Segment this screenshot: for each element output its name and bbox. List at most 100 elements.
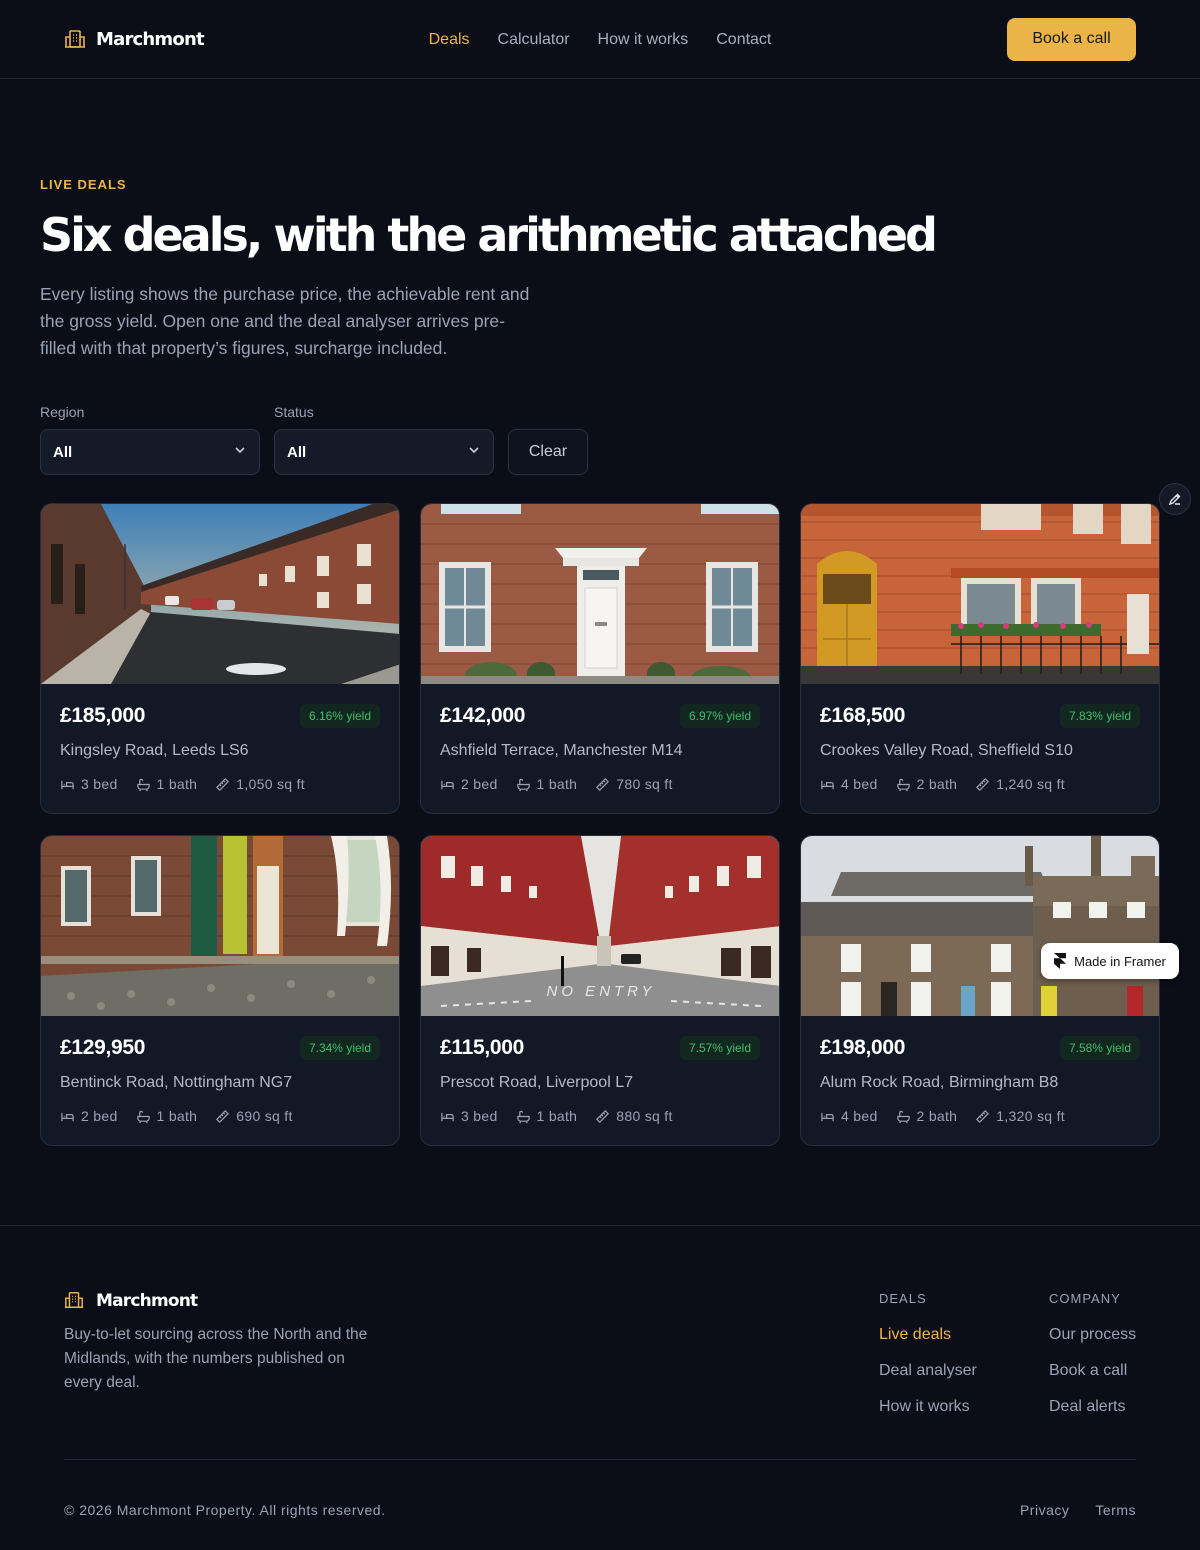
bed-icon <box>61 1112 74 1121</box>
property-photo <box>421 504 779 685</box>
property-photo <box>801 836 1159 1017</box>
bath-icon <box>136 1110 150 1124</box>
deal-card-header: £185,000 6.16% yield <box>60 704 380 729</box>
no-entry-road-marking: NO ENTRY <box>547 983 656 1000</box>
region-select[interactable]: All <box>40 429 260 476</box>
footer-link-our-process[interactable]: Our process <box>1049 1326 1136 1344</box>
building-icon <box>64 28 86 50</box>
yield-badge: 7.58% yield <box>1059 1036 1140 1061</box>
status-value: All <box>287 443 307 461</box>
deal-card[interactable]: £185,000 6.16% yield Kingsley Road, Leed… <box>40 503 400 815</box>
bed-icon <box>821 1112 834 1121</box>
site-footer: Marchmont Buy-to-let sourcing across the… <box>0 1225 1200 1550</box>
spec-beds-value: 4 bed <box>841 776 878 793</box>
status-select[interactable]: All <box>274 429 494 476</box>
terms-link[interactable]: Terms <box>1095 1502 1136 1518</box>
footer-brand-name: Marchmont <box>96 1291 198 1311</box>
bed-icon <box>821 780 834 789</box>
footer-link-live-deals[interactable]: Live deals <box>879 1326 977 1344</box>
bath-icon <box>516 1110 530 1124</box>
spec-area-value: 690 sq ft <box>236 1108 293 1125</box>
deal-card[interactable]: £198,000 7.58% yield Alum Rock Road, Bir… <box>800 835 1160 1147</box>
deal-card-header: £198,000 7.58% yield <box>820 1036 1140 1061</box>
deal-card[interactable]: NO ENTRY £115,000 7.57% yield Prescot Ro… <box>420 835 780 1147</box>
deal-card[interactable]: £129,950 7.34% yield Bentinck Road, Nott… <box>40 835 400 1147</box>
spec-baths: 2 bath <box>896 1108 958 1124</box>
nav-link-deals[interactable]: Deals <box>429 31 470 49</box>
footer-link-how-it-works[interactable]: How it works <box>879 1398 977 1416</box>
nav-link-how-it-works[interactable]: How it works <box>598 31 689 49</box>
footer-brand[interactable]: Marchmont <box>64 1290 198 1312</box>
deal-address: Alum Rock Road, Birmingham B8 <box>820 1074 1059 1092</box>
footer-column-heading: COMPANY <box>1049 1291 1121 1306</box>
privacy-link[interactable]: Privacy <box>1020 1502 1069 1518</box>
deal-card[interactable]: £168,500 7.83% yield Crookes Valley Road… <box>800 503 1160 815</box>
spec-baths-value: 2 bath <box>916 1108 958 1125</box>
spec-beds-value: 2 bed <box>461 776 498 793</box>
spec-area-value: 1,240 sq ft <box>996 776 1065 793</box>
top-nav: Marchmont Deals Calculator How it works … <box>0 0 1200 79</box>
spec-baths-value: 1 bath <box>536 776 578 793</box>
deal-card-body: £198,000 7.58% yield Alum Rock Road, Bir… <box>801 1016 1159 1124</box>
nav-link-contact[interactable]: Contact <box>716 31 771 49</box>
deal-address: Bentinck Road, Nottingham NG7 <box>60 1074 293 1092</box>
framer-logo-icon <box>1054 953 1067 969</box>
footer-link-deal-alerts[interactable]: Deal alerts <box>1049 1398 1136 1416</box>
footer-link-deal-analyser[interactable]: Deal analyser <box>879 1362 977 1380</box>
edit-button[interactable] <box>1159 483 1191 515</box>
book-a-call-button[interactable]: Book a call <box>1007 17 1136 61</box>
spec-baths: 2 bath <box>896 776 958 792</box>
spec-baths: 1 bath <box>516 776 578 792</box>
footer-link-book-a-call[interactable]: Book a call <box>1049 1362 1136 1380</box>
bath-icon <box>896 1110 910 1124</box>
ruler-icon <box>216 1109 230 1123</box>
bed-icon <box>441 1112 454 1121</box>
spec-baths: 1 bath <box>136 776 198 792</box>
ruler-icon <box>976 777 990 791</box>
copyright: © 2026 Marchmont Property. All rights re… <box>64 1502 386 1518</box>
footer-column-deals: DEALS Live deals Deal analyser How it wo… <box>879 1291 977 1434</box>
spec-area: 880 sq ft <box>595 1108 672 1124</box>
property-photo <box>41 504 399 685</box>
deal-address: Crookes Valley Road, Sheffield S10 <box>820 742 1073 760</box>
spec-beds: 2 bed <box>60 1108 118 1124</box>
deal-specs: 3 bed 1 bath 880 sq ft <box>440 1108 760 1124</box>
spec-baths-value: 2 bath <box>916 776 958 793</box>
yield-badge: 7.83% yield <box>1059 704 1140 729</box>
deal-card-header: £142,000 6.97% yield <box>440 704 760 729</box>
page-intro: Every listing shows the purchase price, … <box>40 284 530 359</box>
spec-area-value: 1,050 sq ft <box>236 776 305 793</box>
chevron-down-icon <box>233 443 247 461</box>
bed-icon <box>441 780 454 789</box>
bath-icon <box>516 778 530 792</box>
region-label: Region <box>40 404 85 421</box>
deal-specs: 2 bed 1 bath 690 sq ft <box>60 1108 380 1124</box>
spec-beds-value: 4 bed <box>841 1108 878 1125</box>
ruler-icon <box>596 777 610 791</box>
region-value: All <box>53 443 73 461</box>
footer-column-company: COMPANY Our process Book a call Deal ale… <box>1049 1291 1136 1434</box>
deal-specs: 4 bed 2 bath 1,320 sq ft <box>820 1108 1140 1124</box>
deal-address: Prescot Road, Liverpool L7 <box>440 1074 633 1092</box>
deal-card-body: £115,000 7.57% yield Prescot Road, Liver… <box>421 1016 779 1124</box>
footer-column-heading: DEALS <box>879 1291 927 1306</box>
yield-badge: 6.16% yield <box>299 704 380 729</box>
status-label: Status <box>274 404 314 421</box>
building-icon <box>64 1290 86 1312</box>
yield-badge: 6.97% yield <box>679 704 760 729</box>
spec-area-value: 1,320 sq ft <box>996 1108 1065 1125</box>
brand-logo[interactable]: Marchmont <box>64 28 205 50</box>
deal-card[interactable]: £142,000 6.97% yield Ashfield Terrace, M… <box>420 503 780 815</box>
footer-tagline: Buy-to-let sourcing across the North and… <box>64 1326 368 1391</box>
region-filter: Region All <box>40 404 260 476</box>
framer-badge-label: Made in Framer <box>1074 953 1166 969</box>
clear-filters-button[interactable]: Clear <box>508 429 588 476</box>
ruler-icon <box>596 1109 610 1123</box>
spec-area: 1,320 sq ft <box>975 1108 1065 1124</box>
spec-area-value: 880 sq ft <box>616 1108 673 1125</box>
hero-section: LIVE DEALS Six deals, with the arithmeti… <box>0 79 1200 476</box>
made-in-framer-badge[interactable]: Made in Framer <box>1041 943 1179 979</box>
pencil-icon <box>1168 493 1181 506</box>
nav-link-calculator[interactable]: Calculator <box>498 31 570 49</box>
ruler-icon <box>216 777 230 791</box>
